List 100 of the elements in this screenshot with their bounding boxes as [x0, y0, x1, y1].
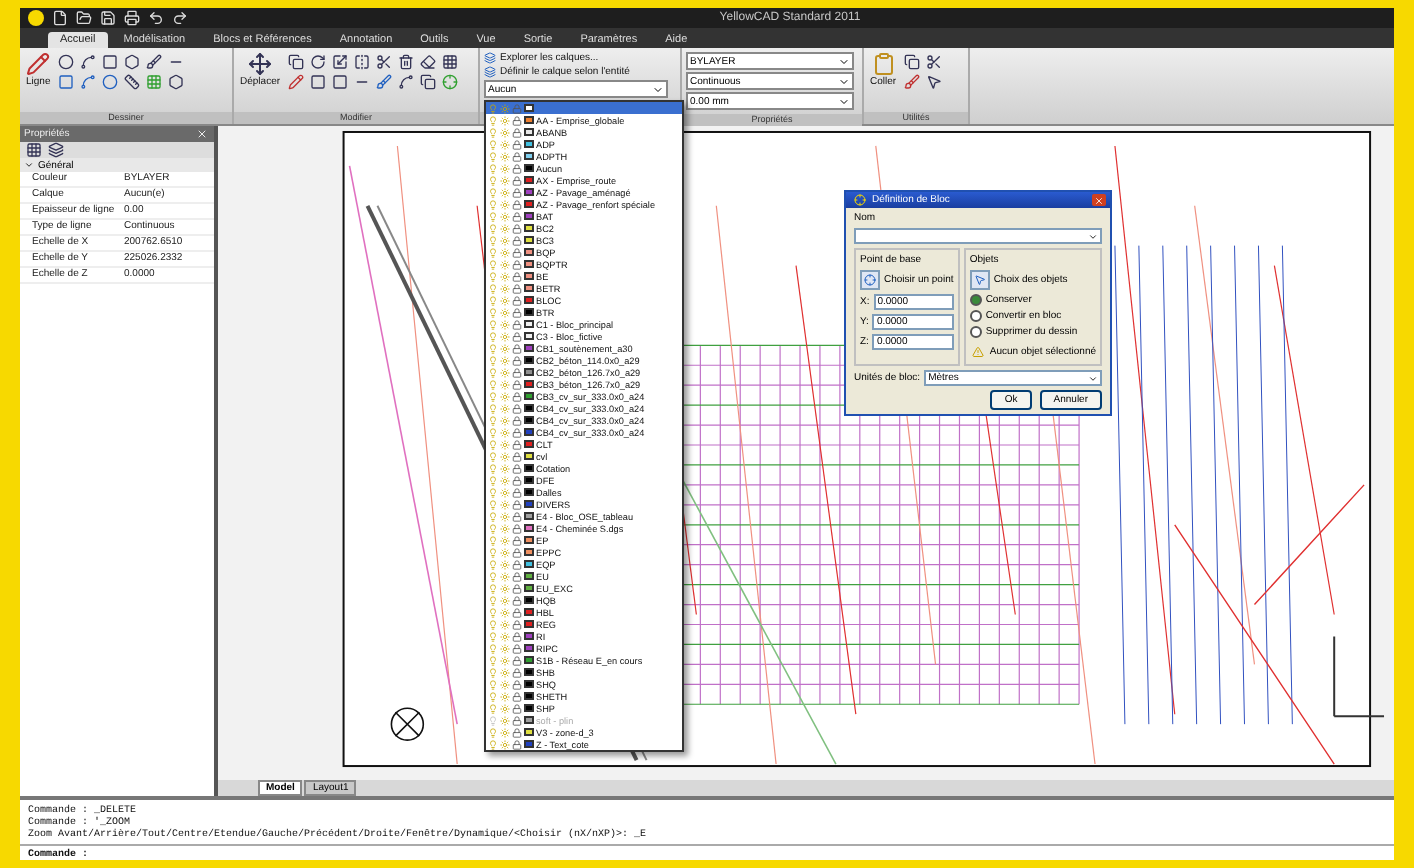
lightbulb-icon[interactable]: [488, 403, 498, 413]
lock-icon[interactable]: [512, 391, 522, 401]
lock-icon[interactable]: [512, 535, 522, 545]
circle-icon[interactable]: [56, 52, 75, 70]
undo-icon[interactable]: [146, 9, 164, 27]
lightbulb-icon[interactable]: [488, 643, 498, 653]
lightbulb-icon[interactable]: [488, 283, 498, 293]
lightbulb-icon[interactable]: [488, 127, 498, 137]
stretch-icon[interactable]: [330, 72, 349, 90]
lightbulb-icon[interactable]: [488, 139, 498, 149]
region-icon[interactable]: [166, 72, 185, 90]
lightbulb-icon[interactable]: [488, 499, 498, 509]
lock-icon[interactable]: [512, 427, 522, 437]
lock-icon[interactable]: [512, 715, 522, 725]
explode-icon[interactable]: [418, 72, 437, 90]
lightbulb-icon[interactable]: [488, 319, 498, 329]
lock-icon[interactable]: [512, 439, 522, 449]
radio-button[interactable]: [969, 310, 982, 322]
lock-icon[interactable]: [512, 115, 522, 125]
lock-icon[interactable]: [512, 271, 522, 281]
lock-icon[interactable]: [512, 247, 522, 257]
lock-icon[interactable]: [512, 727, 522, 737]
lock-icon[interactable]: [512, 703, 522, 713]
copy-icon[interactable]: [902, 52, 921, 70]
mirror-icon[interactable]: [352, 52, 371, 70]
lightbulb-icon[interactable]: [488, 355, 498, 365]
lock-icon[interactable]: [512, 223, 522, 233]
close-button[interactable]: [1092, 194, 1106, 206]
ellipse-icon[interactable]: [100, 72, 119, 90]
lightbulb-icon[interactable]: [488, 463, 498, 473]
sort-icon[interactable]: [24, 141, 42, 159]
lightbulb-icon[interactable]: [488, 727, 498, 737]
redo-icon[interactable]: [170, 9, 188, 27]
lightbulb-icon[interactable]: [488, 259, 498, 269]
eraser-icon[interactable]: [418, 52, 437, 70]
lock-icon[interactable]: [512, 175, 522, 185]
polygon-icon[interactable]: [122, 52, 141, 70]
lock-icon[interactable]: [512, 343, 522, 353]
lock-icon[interactable]: [512, 211, 522, 221]
lightbulb-icon[interactable]: [488, 595, 498, 605]
brush-icon[interactable]: [144, 52, 163, 70]
chevron-icon[interactable]: [24, 160, 34, 170]
lock-icon[interactable]: [512, 379, 522, 389]
lock-icon[interactable]: [512, 403, 522, 413]
lock-icon[interactable]: [512, 739, 522, 749]
lightbulb-icon[interactable]: [488, 583, 498, 593]
lightbulb-icon[interactable]: [488, 199, 498, 209]
lock-icon[interactable]: [512, 187, 522, 197]
lightbulb-icon[interactable]: [488, 343, 498, 353]
array-icon[interactable]: [440, 52, 459, 70]
lock-icon[interactable]: [512, 127, 522, 137]
lightbulb-icon[interactable]: [488, 487, 498, 497]
lock-icon[interactable]: [512, 583, 522, 593]
logo-icon[interactable]: [28, 10, 44, 26]
lock-icon[interactable]: [512, 163, 522, 173]
lock-icon[interactable]: [512, 571, 522, 581]
lightbulb-icon[interactable]: [488, 223, 498, 233]
lock-icon[interactable]: [512, 595, 522, 605]
lightbulb-icon[interactable]: [488, 715, 498, 725]
lock-icon[interactable]: [512, 235, 522, 245]
lock-icon[interactable]: [512, 631, 522, 641]
layer-item[interactable]: [486, 102, 682, 114]
lightbulb-icon[interactable]: [488, 547, 498, 557]
lightbulb-icon[interactable]: [488, 691, 498, 701]
trash-icon[interactable]: [396, 52, 415, 70]
lock-icon[interactable]: [512, 355, 522, 365]
lock-icon[interactable]: [512, 679, 522, 689]
lock-icon[interactable]: [512, 319, 522, 329]
lightbulb-icon[interactable]: [488, 211, 498, 221]
printer-icon[interactable]: [122, 9, 140, 27]
lightbulb-icon[interactable]: [488, 103, 498, 113]
lock-icon[interactable]: [512, 151, 522, 161]
scissors-icon[interactable]: [374, 52, 393, 70]
lightbulb-icon[interactable]: [488, 235, 498, 245]
lightbulb-icon[interactable]: [488, 295, 498, 305]
lock-icon[interactable]: [512, 283, 522, 293]
spline-icon[interactable]: [78, 72, 97, 90]
lock-icon[interactable]: [512, 199, 522, 209]
radio-button[interactable]: [969, 294, 982, 306]
lock-icon[interactable]: [512, 643, 522, 653]
lightbulb-icon[interactable]: [488, 511, 498, 521]
lock-icon[interactable]: [512, 259, 522, 269]
lock-icon[interactable]: [512, 367, 522, 377]
lock-icon[interactable]: [512, 607, 522, 617]
scissors-icon[interactable]: [924, 52, 943, 70]
lock-icon[interactable]: [512, 511, 522, 521]
lightbulb-icon[interactable]: [488, 679, 498, 689]
lightbulb-icon[interactable]: [488, 439, 498, 449]
lock-icon[interactable]: [512, 463, 522, 473]
lightbulb-icon[interactable]: [488, 619, 498, 629]
lightbulb-icon[interactable]: [488, 559, 498, 569]
lightbulb-icon[interactable]: [488, 175, 498, 185]
lock-icon[interactable]: [512, 667, 522, 677]
lightbulb-icon[interactable]: [488, 427, 498, 437]
lock-icon[interactable]: [512, 451, 522, 461]
radio-button[interactable]: [969, 326, 982, 338]
lock-icon[interactable]: [512, 139, 522, 149]
list-icon[interactable]: [46, 141, 64, 159]
curve-icon[interactable]: [78, 52, 97, 70]
lightbulb-icon[interactable]: [488, 703, 498, 713]
